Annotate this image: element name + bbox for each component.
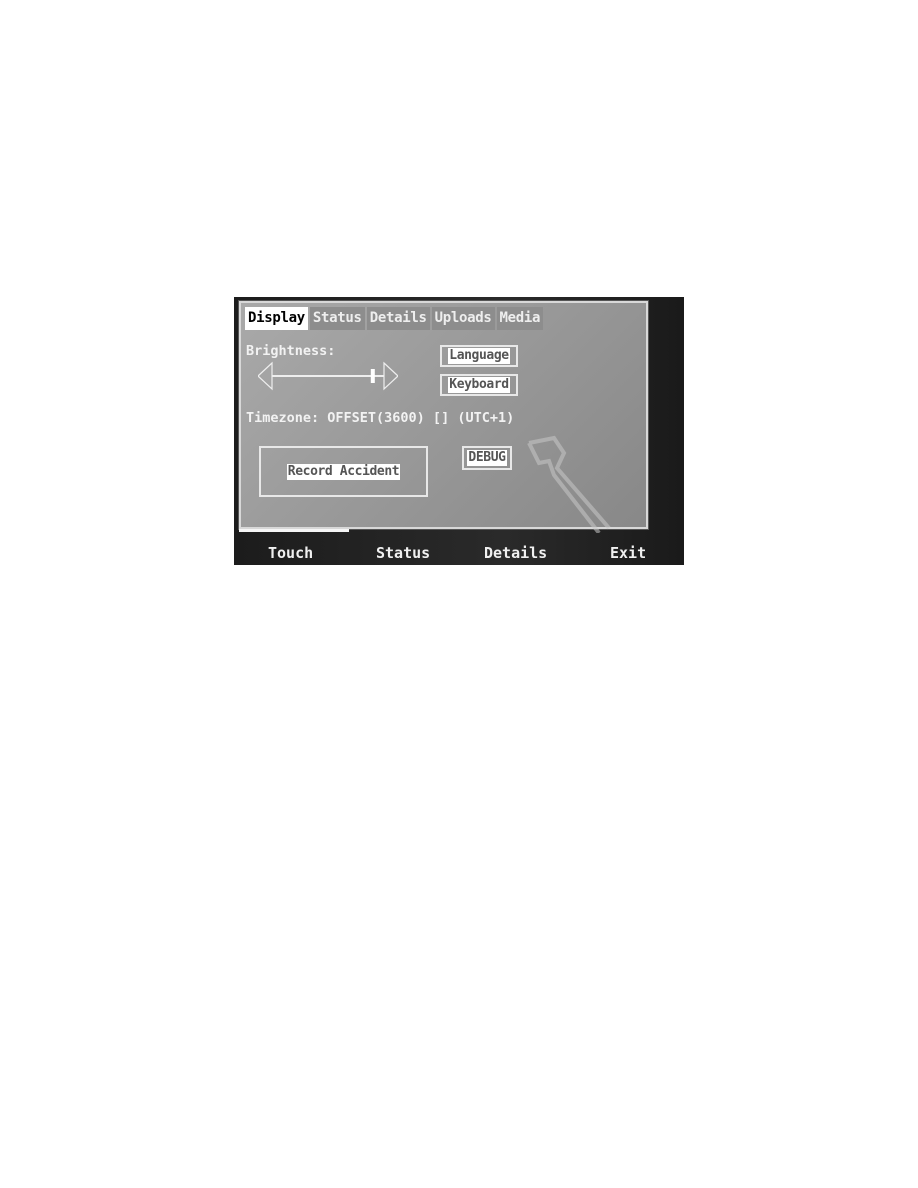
- softkey-status[interactable]: Status: [376, 544, 430, 562]
- brightness-slider[interactable]: [258, 361, 398, 391]
- softkey-touch[interactable]: Touch: [268, 544, 313, 562]
- tab-bar: Display Status Details Uploads Media: [245, 307, 545, 330]
- record-accident-button[interactable]: Record Accident: [259, 446, 428, 497]
- tab-display[interactable]: Display: [245, 307, 308, 330]
- keyboard-button[interactable]: Keyboard: [440, 374, 518, 396]
- softkey-exit[interactable]: Exit: [610, 544, 646, 562]
- debug-button-label: DEBUG: [467, 450, 507, 466]
- language-button-label: Language: [448, 348, 510, 364]
- slider-increase-arrow: [383, 361, 398, 391]
- slider-thumb: [370, 369, 375, 383]
- tab-uploads[interactable]: Uploads: [431, 307, 495, 330]
- timezone-text: Timezone: OFFSET(3600) [] (UTC+1): [246, 410, 515, 426]
- device-screen: Display Status Details Uploads Media Bri…: [234, 297, 684, 565]
- brightness-label: Brightness:: [246, 343, 336, 359]
- record-accident-label: Record Accident: [286, 463, 401, 480]
- page-indicator-bar: [239, 529, 349, 532]
- language-button[interactable]: Language: [440, 345, 518, 367]
- keyboard-button-label: Keyboard: [448, 377, 510, 393]
- debug-button[interactable]: DEBUG: [462, 446, 512, 470]
- slider-decrease-arrow: [258, 361, 273, 391]
- tab-media[interactable]: Media: [496, 307, 544, 330]
- softkey-details[interactable]: Details: [484, 544, 547, 562]
- settings-panel: Display Status Details Uploads Media Bri…: [238, 300, 649, 533]
- wrench-icon: [527, 435, 611, 533]
- softkey-bar: Touch Status Details Exit: [234, 540, 684, 565]
- tab-status[interactable]: Status: [309, 307, 365, 330]
- tab-details[interactable]: Details: [366, 307, 430, 330]
